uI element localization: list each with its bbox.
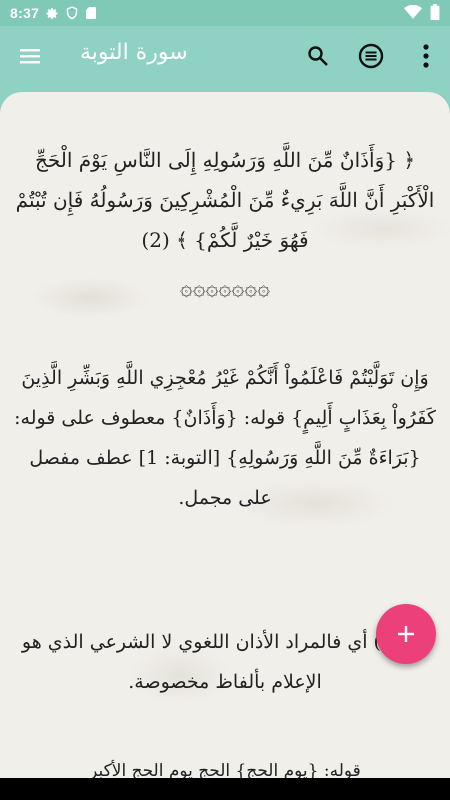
more-vert-icon[interactable]: [414, 42, 438, 70]
search-icon[interactable]: [306, 44, 330, 68]
navigation-bar: [0, 778, 450, 800]
list-icon[interactable]: [358, 43, 384, 69]
shield-icon: [66, 6, 78, 20]
battery-icon: [430, 4, 440, 23]
tafsir-paragraph: وَإِن تَوَلَّيْتُمْ فَاعْلَمُواْ أَنَّكُ…: [14, 367, 436, 509]
tafsir-paragraph: (اعلام) أي فالمراد الأذان اللغوي لا الشر…: [21, 631, 429, 693]
ornament-divider: ۞۞۞۞۞۞۞: [179, 276, 271, 301]
menu-icon[interactable]: [18, 44, 42, 68]
status-bar: 8:37: [0, 0, 450, 26]
tafsir-paragraph: قوله: {يوم الحج} الحج يوم الحج الأكبر: [89, 761, 361, 778]
status-time: 8:37: [10, 5, 40, 21]
add-button[interactable]: [376, 604, 436, 664]
page-title: سورة التوبة: [80, 40, 188, 65]
app-bar: سورة التوبة: [0, 26, 450, 86]
sd-card-icon: [85, 6, 97, 20]
verse-text: ﴿ {وَأَذَانٌ مِّنَ اللَّهِ وَرَسُولِهِ إ…: [15, 148, 435, 252]
gear-icon: [46, 7, 59, 20]
plus-icon: [398, 626, 414, 642]
wifi-icon: [404, 4, 422, 22]
reading-pane[interactable]: ﴿ {وَأَذَانٌ مِّنَ اللَّهِ وَرَسُولِهِ إ…: [0, 92, 450, 778]
